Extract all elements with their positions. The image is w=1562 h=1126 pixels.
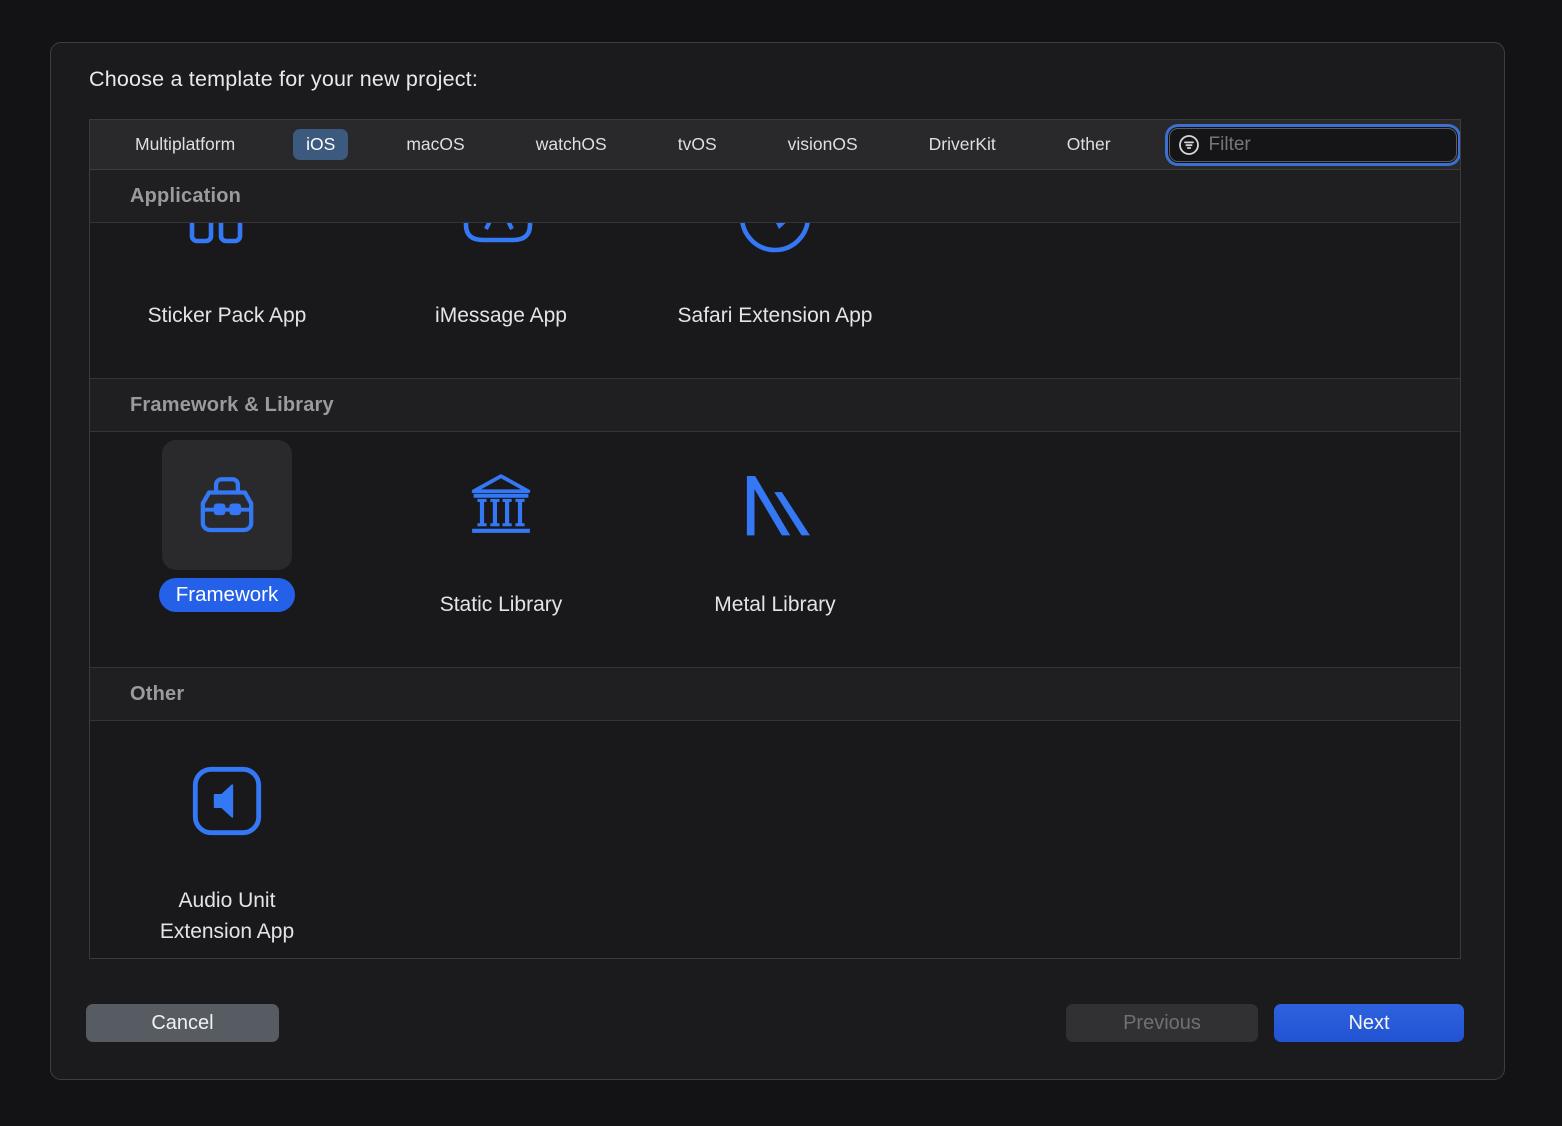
template-item-audio-unit-extension-app[interactable]: Audio Unit Extension App (90, 721, 364, 958)
section-application: Sticker Pack App iMessage App (90, 223, 1460, 379)
cancel-button[interactable]: Cancel (86, 1004, 279, 1042)
section-other: Audio Unit Extension App (90, 721, 1460, 958)
template-item-label: Framework (159, 578, 296, 612)
template-item-framework[interactable]: Framework (90, 432, 364, 667)
item-icon-area (162, 743, 292, 859)
tab-macos[interactable]: macOS (393, 129, 477, 160)
template-item-label: Safari Extension App (678, 300, 873, 331)
safari-compass-icon (735, 223, 815, 253)
template-item-metal-library[interactable]: Metal Library (638, 432, 912, 667)
library-building-icon (463, 467, 539, 543)
toolbox-icon (188, 466, 266, 544)
filter-field[interactable] (1169, 128, 1457, 162)
speaker-icon (183, 757, 271, 845)
template-chooser-panel: Multiplatform iOS macOS watchOS tvOS vis… (89, 119, 1461, 959)
metal-logo-icon (737, 467, 813, 543)
section-header-application: Application (90, 170, 1460, 223)
template-item-sticker-pack-app[interactable]: Sticker Pack App (90, 223, 364, 378)
template-item-safari-extension-app[interactable]: Safari Extension App (638, 223, 912, 378)
new-project-template-dialog: Choose a template for your new project: … (50, 42, 1505, 1080)
tab-other[interactable]: Other (1054, 129, 1124, 160)
template-item-label: Metal Library (714, 589, 835, 620)
tab-watchos[interactable]: watchOS (523, 129, 620, 160)
previous-button[interactable]: Previous (1066, 1004, 1258, 1042)
section-framework-library: Framework (90, 432, 1460, 668)
tab-visionos[interactable]: visionOS (775, 129, 871, 160)
section-header-framework-library: Framework & Library (90, 379, 1460, 432)
tab-tvos[interactable]: tvOS (665, 129, 730, 160)
filter-input[interactable] (1207, 133, 1456, 157)
template-item-label: iMessage App (435, 300, 567, 331)
sticker-pack-icon (189, 223, 265, 253)
template-item-imessage-app[interactable]: iMessage App (364, 223, 638, 378)
dialog-title: Choose a template for your new project: (89, 67, 478, 92)
template-item-label: Sticker Pack App (148, 300, 307, 331)
imessage-bubble-icon (461, 223, 541, 253)
selected-item-highlight (162, 440, 292, 570)
template-item-label: Audio Unit Extension App (135, 885, 320, 947)
next-button[interactable]: Next (1274, 1004, 1464, 1042)
item-icon-area (436, 440, 566, 570)
platform-tabbar: Multiplatform iOS macOS watchOS tvOS vis… (90, 120, 1460, 170)
tab-driverkit[interactable]: DriverKit (916, 129, 1009, 160)
template-item-label: Static Library (440, 589, 563, 620)
item-icon-area (710, 440, 840, 570)
section-header-other: Other (90, 668, 1460, 721)
tab-multiplatform[interactable]: Multiplatform (122, 129, 248, 160)
filter-circle-icon (1178, 134, 1200, 156)
template-item-static-library[interactable]: Static Library (364, 432, 638, 667)
tab-ios[interactable]: iOS (293, 129, 348, 160)
